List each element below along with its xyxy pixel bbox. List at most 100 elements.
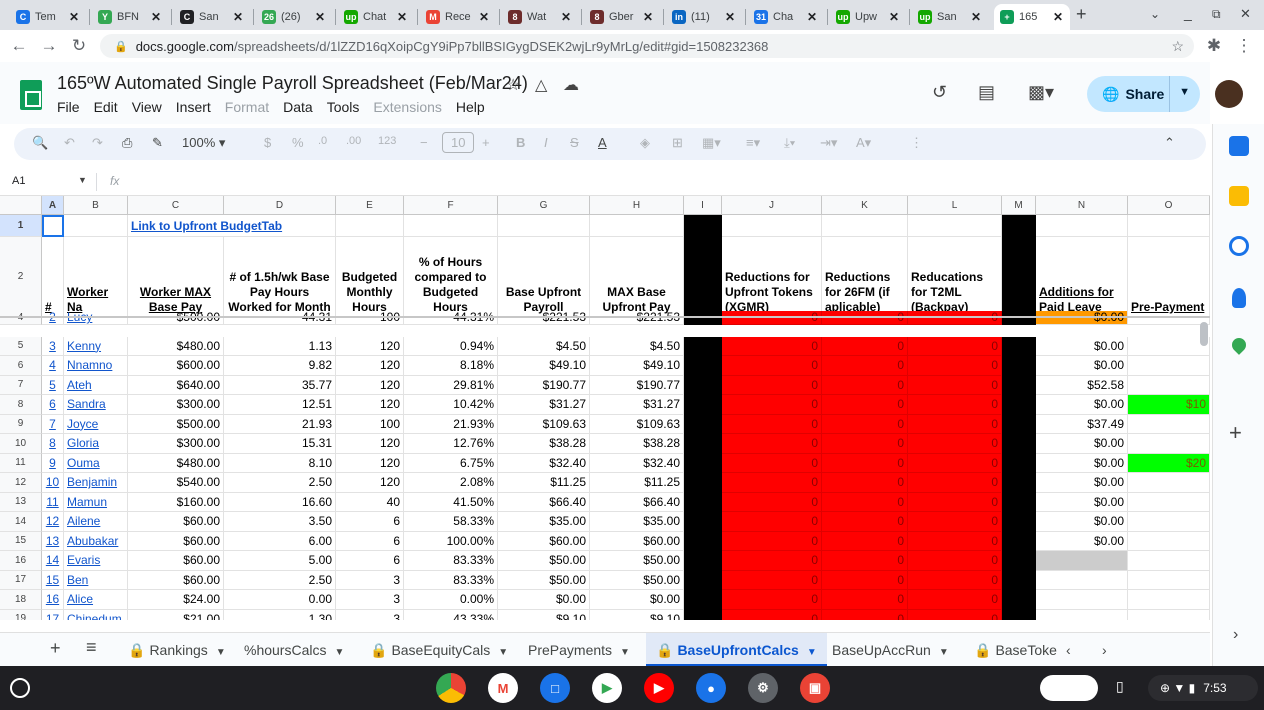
worker-name[interactable]: Mamun xyxy=(64,492,128,512)
decrease-decimal-button[interactable]: .0 xyxy=(318,135,327,147)
browser-tab[interactable]: Y BFN ✕ xyxy=(92,4,166,30)
font-size-increase-icon[interactable]: + xyxy=(482,135,490,150)
row-number[interactable]: 4 xyxy=(42,356,64,376)
pre-payment[interactable] xyxy=(1128,356,1210,376)
text-wrapping-icon[interactable]: ⇥▾ xyxy=(820,135,837,151)
menu-format[interactable]: Format xyxy=(225,99,269,115)
budgeted-hours[interactable]: 3 xyxy=(336,590,404,610)
base-upfront-payroll[interactable]: $32.40 xyxy=(498,453,590,473)
browser-tab[interactable]: in (11) ✕ xyxy=(666,4,740,30)
column-header-f[interactable]: F xyxy=(404,196,498,215)
budgeted-hours[interactable]: 3 xyxy=(336,570,404,590)
base-pay-hours[interactable]: 3.50 xyxy=(224,512,336,532)
redo-icon[interactable]: ↷ xyxy=(92,135,103,151)
worker-max-base-pay[interactable]: $480.00 xyxy=(128,336,224,356)
worker-max-base-pay[interactable]: $480.00 xyxy=(128,453,224,473)
base-upfront-payroll[interactable]: $11.25 xyxy=(498,473,590,493)
share-button[interactable]: 🌐 Share ▼ xyxy=(1087,76,1200,112)
worker-name[interactable]: Joyce xyxy=(64,414,128,434)
paid-leave-addition[interactable]: $0.00 xyxy=(1036,395,1128,415)
column-header-o[interactable]: O xyxy=(1128,196,1210,215)
youtube-app-icon[interactable]: ▶ xyxy=(644,673,674,703)
get-addons-icon[interactable]: + xyxy=(1229,420,1242,446)
tab-close-icon[interactable]: ✕ xyxy=(807,10,817,24)
row-number[interactable]: 12 xyxy=(42,512,64,532)
pre-payment[interactable] xyxy=(1128,570,1210,590)
column-header-b[interactable]: B xyxy=(64,196,128,215)
sheet-tab-baseequitycals[interactable]: 🔒 BaseEquityCals ▼ xyxy=(370,642,508,659)
pre-payment[interactable] xyxy=(1128,590,1210,610)
worker-name[interactable]: Ateh xyxy=(64,375,128,395)
max-base-upfront-pay[interactable]: $60.00 xyxy=(590,531,684,551)
reduction-xgmr[interactable]: 0 xyxy=(722,375,822,395)
tab-close-icon[interactable]: ✕ xyxy=(397,10,407,24)
browser-tab[interactable]: C Tem ✕ xyxy=(10,4,84,30)
worker-name[interactable]: Ouma xyxy=(64,453,128,473)
sheet-tab-menu-icon[interactable]: ▼ xyxy=(807,647,817,658)
hours-percent[interactable]: 83.33% xyxy=(404,551,498,571)
sheets-logo-icon[interactable] xyxy=(20,80,42,110)
version-history-icon[interactable]: ↺ xyxy=(932,82,947,103)
base-pay-hours[interactable]: 5.00 xyxy=(224,551,336,571)
base-pay-hours[interactable]: 16.60 xyxy=(224,492,336,512)
row-header[interactable]: 1 xyxy=(0,215,42,237)
reduction-26fm[interactable]: 0 xyxy=(822,336,908,356)
reduction-t2ml[interactable]: 0 xyxy=(908,512,1002,532)
maps-icon[interactable] xyxy=(1229,335,1249,355)
menu-extensions[interactable]: Extensions xyxy=(373,99,441,115)
row-number[interactable]: 11 xyxy=(42,492,64,512)
more-options-icon[interactable]: ⋮ xyxy=(910,135,923,151)
tab-close-icon[interactable]: ✕ xyxy=(561,10,571,24)
meet-icon[interactable]: ▩▾ xyxy=(1028,82,1054,103)
reduction-t2ml[interactable]: 0 xyxy=(908,609,1002,620)
worker-name[interactable]: Alice xyxy=(64,590,128,610)
column-header-g[interactable]: G xyxy=(498,196,590,215)
row-header[interactable]: 11 xyxy=(0,453,42,473)
share-dropdown-icon[interactable]: ▼ xyxy=(1179,86,1190,98)
cell[interactable] xyxy=(1036,215,1128,237)
worker-max-base-pay[interactable]: $640.00 xyxy=(128,375,224,395)
reduction-t2ml[interactable]: 0 xyxy=(908,473,1002,493)
worker-max-base-pay[interactable]: $24.00 xyxy=(128,590,224,610)
scroll-tabs-left-icon[interactable]: ‹ xyxy=(1066,642,1071,658)
browser-menu-icon[interactable]: ⋮ xyxy=(1233,35,1255,57)
row-header[interactable]: 16 xyxy=(0,551,42,571)
row-header[interactable]: 6 xyxy=(0,356,42,376)
launcher-icon[interactable] xyxy=(10,678,30,698)
max-base-upfront-pay[interactable]: $4.50 xyxy=(590,336,684,356)
reload-icon[interactable]: ↻ xyxy=(68,35,90,57)
reduction-26fm[interactable]: 0 xyxy=(822,434,908,454)
row-number[interactable]: 13 xyxy=(42,531,64,551)
tab-close-icon[interactable]: ✕ xyxy=(889,10,899,24)
reduction-26fm[interactable]: 0 xyxy=(822,570,908,590)
column-header-m[interactable]: M xyxy=(1002,196,1036,215)
paid-leave-addition[interactable]: $0.00 xyxy=(1036,512,1128,532)
sheet-tab-menu-icon[interactable]: ▼ xyxy=(620,647,630,658)
browser-tab[interactable]: 31 Cha ✕ xyxy=(748,4,822,30)
base-upfront-payroll[interactable]: $0.00 xyxy=(498,590,590,610)
reduction-xgmr[interactable]: 0 xyxy=(722,590,822,610)
number-format-button[interactable]: 123 xyxy=(378,135,396,147)
files-app-icon[interactable]: □ xyxy=(540,673,570,703)
print-icon[interactable]: ⎙ xyxy=(122,135,132,151)
menu-tools[interactable]: Tools xyxy=(327,99,360,115)
reduction-xgmr[interactable]: 0 xyxy=(722,473,822,493)
worker-max-base-pay[interactable]: $60.00 xyxy=(128,531,224,551)
base-upfront-payroll[interactable]: $9.10 xyxy=(498,609,590,620)
horizontal-align-icon[interactable]: ≡▾ xyxy=(746,135,760,151)
row-number[interactable]: 15 xyxy=(42,570,64,590)
font-size-decrease-icon[interactable]: − xyxy=(420,135,428,150)
sheet-tab-baseupaccrun[interactable]: BaseUpAccRun ▼ xyxy=(832,642,949,658)
new-tab-icon[interactable]: + xyxy=(1076,4,1087,25)
hours-percent[interactable]: 21.93% xyxy=(404,414,498,434)
row-header[interactable]: 18 xyxy=(0,590,42,610)
tab-close-icon[interactable]: ✕ xyxy=(233,10,243,24)
paid-leave-addition[interactable] xyxy=(1036,570,1128,590)
sheet-tab-menu-icon[interactable]: ▼ xyxy=(939,647,949,658)
budgeted-hours[interactable]: 6 xyxy=(336,531,404,551)
worker-max-base-pay[interactable]: $600.00 xyxy=(128,356,224,376)
reduction-xgmr[interactable]: 0 xyxy=(722,336,822,356)
paid-leave-addition[interactable]: $52.58 xyxy=(1036,375,1128,395)
column-title-d[interactable]: # of 1.5h/wk Base Pay Hours Worked for M… xyxy=(224,237,336,317)
budgeted-hours[interactable]: 120 xyxy=(336,473,404,493)
